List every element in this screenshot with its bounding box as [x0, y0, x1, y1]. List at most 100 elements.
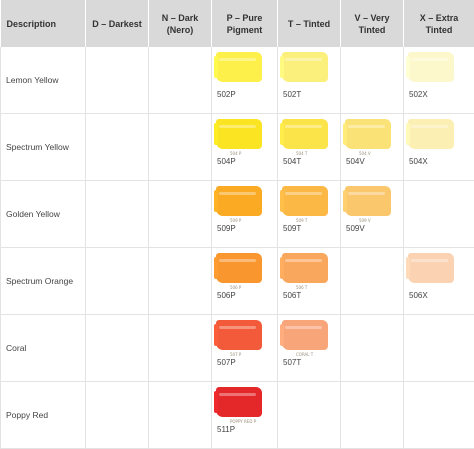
header-extra-tinted: X – Extra Tinted [404, 0, 474, 47]
color-swatch [216, 186, 262, 216]
swatch-edge [214, 391, 218, 413]
color-swatch [216, 119, 262, 149]
swatch-highlight [348, 192, 385, 195]
color-code: 502P [217, 90, 277, 100]
color-code: 504P [217, 157, 277, 167]
handwritten-note: 509 V [359, 218, 403, 223]
color-code: 506T [283, 291, 340, 301]
swatch-edge [406, 123, 410, 145]
swatch-sample: 502X [404, 47, 474, 100]
cell-tinted: 509 T509T [278, 181, 341, 248]
color-description: Spectrum Orange [1, 248, 86, 315]
color-code: 504X [409, 157, 474, 167]
swatch-edge [280, 257, 284, 279]
table-row: Spectrum Orange 506 P506P506 T506T 506X [1, 248, 474, 315]
swatch-sample: 506 P506P [212, 248, 277, 301]
swatch-highlight [219, 192, 256, 195]
swatch-sample: 502P [212, 47, 277, 100]
cell-very-tinted [341, 382, 404, 449]
table-row: Golden Yellow509 P509P509 T509T509 V509V [1, 181, 474, 248]
color-swatch [282, 119, 328, 149]
cell-pure-pigment: 502P [212, 47, 278, 114]
swatch-edge [214, 123, 218, 145]
color-code: 504V [346, 157, 403, 167]
swatch-sample: 504 P504P [212, 114, 277, 167]
cell-tinted: 502T [278, 47, 341, 114]
cell-dark-nero [149, 315, 212, 382]
color-description: Golden Yellow [1, 181, 86, 248]
cell-very-tinted: 504 V504V [341, 114, 404, 181]
swatch-sample: CORAL T507T [278, 315, 340, 368]
color-swatch [282, 52, 328, 82]
swatch-sample: 507 P507P [212, 315, 277, 368]
swatch-edge [280, 123, 284, 145]
swatch-highlight [411, 259, 448, 262]
color-description: Lemon Yellow [1, 47, 86, 114]
cell-pure-pigment: 506 P506P [212, 248, 278, 315]
handwritten-note: 504 V [359, 151, 403, 156]
handwritten-note: POPPY RED P [230, 419, 277, 424]
color-code: 507T [283, 358, 340, 368]
color-swatch [282, 186, 328, 216]
swatch-edge [343, 190, 347, 212]
swatch-sample: 509 T509T [278, 181, 340, 234]
header-dark-nero: N – Dark (Nero) [149, 0, 212, 47]
handwritten-note [422, 84, 474, 89]
swatch-edge [406, 56, 410, 78]
cell-very-tinted [341, 248, 404, 315]
color-description: Coral [1, 315, 86, 382]
color-swatch [408, 253, 454, 283]
swatch-edge [214, 324, 218, 346]
handwritten-note: 509 T [296, 218, 340, 223]
handwritten-note [422, 285, 474, 290]
swatch-highlight [411, 58, 448, 61]
swatch-highlight [348, 125, 385, 128]
color-code: 511P [217, 425, 277, 435]
swatch-highlight [285, 259, 322, 262]
swatch-edge [280, 56, 284, 78]
cell-pure-pigment: POPPY RED P511P [212, 382, 278, 449]
swatch-highlight [411, 125, 448, 128]
color-description: Poppy Red [1, 382, 86, 449]
color-code: 509V [346, 224, 403, 234]
swatch-edge [280, 190, 284, 212]
color-code: 509P [217, 224, 277, 234]
swatch-edge [406, 257, 410, 279]
handwritten-note [296, 84, 340, 89]
cell-extra-tinted [404, 181, 474, 248]
header-darkest: D – Darkest [86, 0, 149, 47]
swatch-sample: 506X [404, 248, 474, 301]
swatch-sample: 504 T504T [278, 114, 340, 167]
table-row: Poppy Red POPPY RED P511P [1, 382, 474, 449]
swatch-sample: 502T [278, 47, 340, 100]
cell-extra-tinted: 502X [404, 47, 474, 114]
table-row: Spectrum Yellow504 P504P504 T504T504 V50… [1, 114, 474, 181]
cell-very-tinted [341, 47, 404, 114]
cell-pure-pigment: 507 P507P [212, 315, 278, 382]
color-code: 506X [409, 291, 474, 301]
handwritten-note [422, 151, 474, 156]
swatch-sample: 504X [404, 114, 474, 167]
table-row: Lemon Yellow 502P 502T 502X [1, 47, 474, 114]
color-code: 502T [283, 90, 340, 100]
cell-darkest [86, 382, 149, 449]
swatch-edge [343, 123, 347, 145]
cell-dark-nero [149, 382, 212, 449]
swatch-highlight [219, 125, 256, 128]
color-swatch [282, 320, 328, 350]
swatch-edge [214, 257, 218, 279]
header-very-tinted: V – Very Tinted [341, 0, 404, 47]
cell-extra-tinted [404, 382, 474, 449]
swatch-highlight [285, 58, 322, 61]
cell-tinted: 504 T504T [278, 114, 341, 181]
swatch-edge [214, 190, 218, 212]
handwritten-note: 506 P [230, 285, 277, 290]
cell-extra-tinted: 504X [404, 114, 474, 181]
swatch-highlight [285, 192, 322, 195]
color-code: 507P [217, 358, 277, 368]
cell-tinted: 506 T506T [278, 248, 341, 315]
header-pure-pigment: P – Pure Pigment [212, 0, 278, 47]
swatch-sample: 504 V504V [341, 114, 403, 167]
cell-pure-pigment: 504 P504P [212, 114, 278, 181]
swatch-highlight [219, 326, 256, 329]
